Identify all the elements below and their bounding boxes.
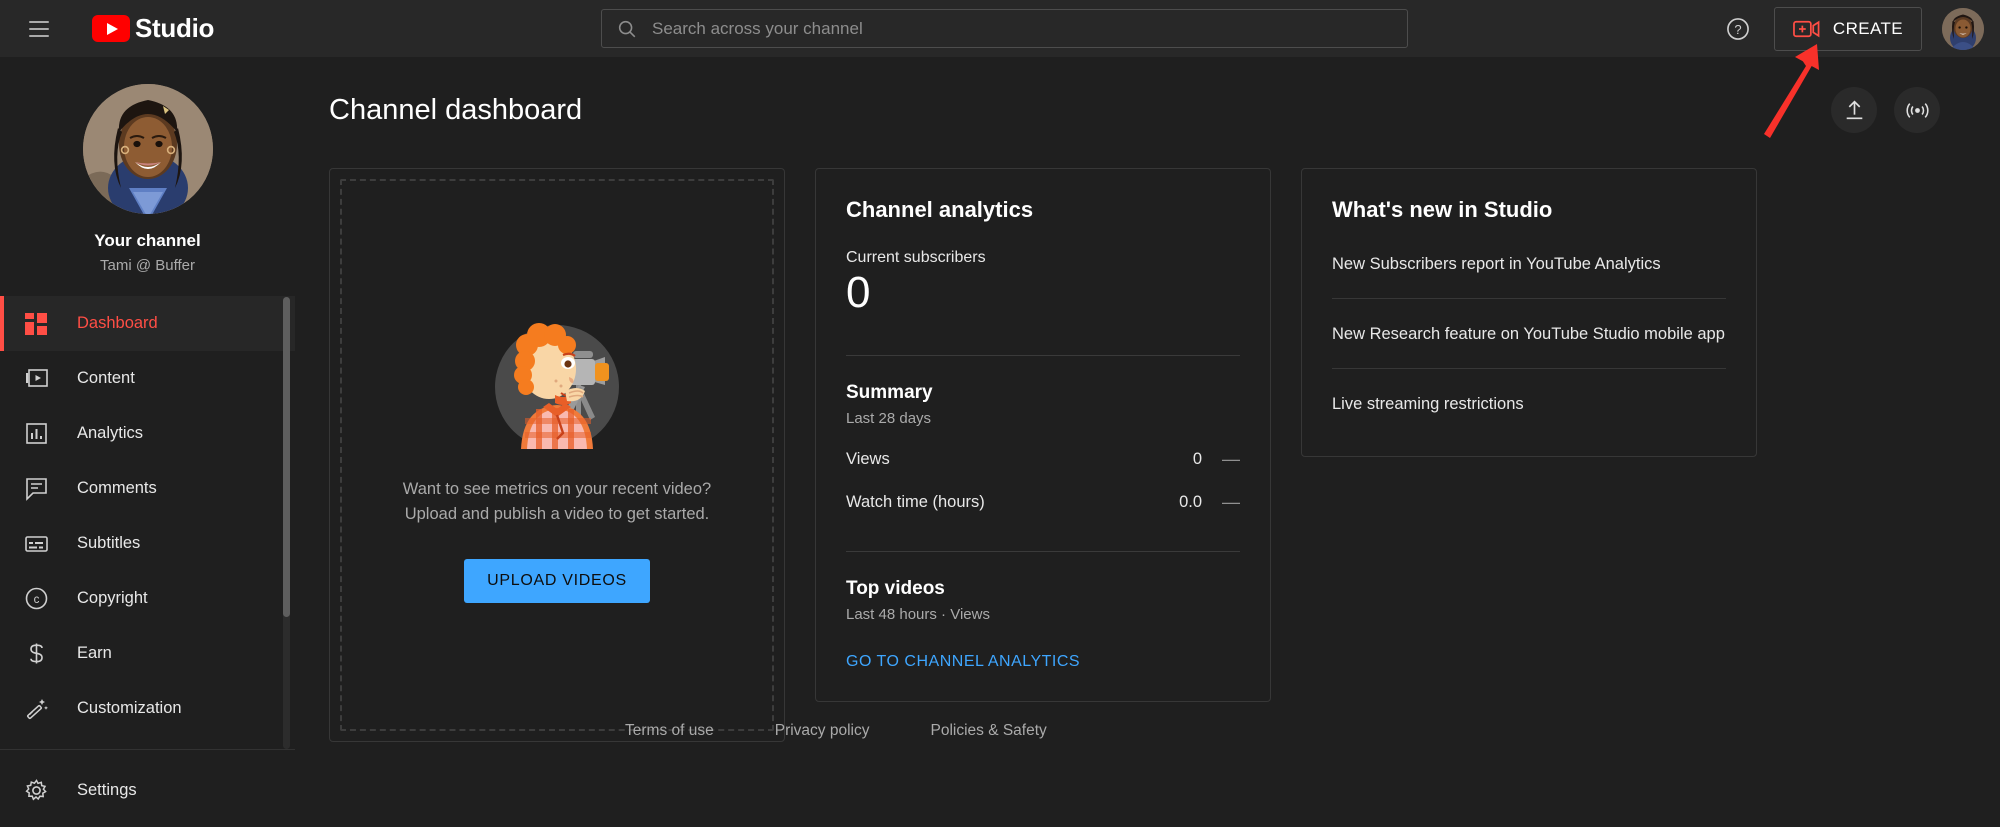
- sidebar: Your channel Tami @ Buffer Dashboard: [0, 57, 295, 827]
- header-right-controls: ? CREATE: [1716, 0, 1984, 57]
- youtube-play-logo: [92, 15, 130, 42]
- dashboard-cards: Want to see metrics on your recent video…: [295, 133, 2000, 742]
- channel-analytics-title: Channel analytics: [846, 197, 1240, 223]
- search-container: [601, 9, 1408, 48]
- subtitles-icon: [22, 530, 50, 558]
- hamburger-menu-icon[interactable]: [22, 12, 56, 46]
- metric-value: 0: [1193, 450, 1202, 469]
- metric-label: Views: [846, 450, 890, 469]
- sidebar-item-label: Content: [77, 369, 135, 388]
- help-circle-icon[interactable]: ?: [1716, 7, 1760, 51]
- sidebar-item-label: Copyright: [77, 589, 148, 608]
- sidebar-item-label: Earn: [77, 644, 112, 663]
- sidebar-item-label: Dashboard: [77, 314, 158, 333]
- comments-bubble-icon: [22, 475, 50, 503]
- upload-dropzone[interactable]: Want to see metrics on your recent video…: [340, 179, 774, 731]
- svg-text:?: ?: [1734, 21, 1741, 36]
- summary-title: Summary: [846, 382, 1240, 404]
- sidebar-nav: Dashboard Content: [0, 296, 295, 818]
- channel-handle: Tami @ Buffer: [100, 257, 195, 274]
- whats-new-title: What's new in Studio: [1332, 197, 1726, 223]
- sidebar-item-analytics[interactable]: Analytics: [0, 406, 295, 461]
- broadcast-live-icon: [1905, 98, 1930, 123]
- sidebar-item-dashboard[interactable]: Dashboard: [0, 296, 295, 351]
- svg-text:c: c: [33, 594, 39, 606]
- content-video-icon: [22, 365, 50, 393]
- sidebar-item-label: Settings: [77, 781, 137, 800]
- list-item[interactable]: New Research feature on YouTube Studio m…: [1332, 298, 1726, 368]
- upload-prompt-card: Want to see metrics on your recent video…: [329, 168, 785, 742]
- main-content: Channel dashboard: [295, 57, 2000, 827]
- list-item[interactable]: Live streaming restrictions: [1332, 368, 1726, 438]
- top-videos-subtitle: Last 48 hours · Views: [846, 606, 1240, 623]
- avatar[interactable]: [1942, 8, 1984, 50]
- sidebar-item-comments[interactable]: Comments: [0, 461, 295, 516]
- copyright-icon: c: [22, 585, 50, 613]
- top-header: Studio ?: [0, 0, 2000, 57]
- go-live-button[interactable]: [1894, 87, 1940, 133]
- sidebar-item-settings[interactable]: Settings: [0, 763, 295, 818]
- upload-videos-cta-button[interactable]: UPLOAD VIDEOS: [464, 559, 650, 603]
- page-title: Channel dashboard: [329, 94, 582, 127]
- sidebar-item-copyright[interactable]: c Copyright: [0, 571, 295, 626]
- dollar-sign-icon: [22, 640, 50, 668]
- upload-arrow-icon: [1842, 98, 1867, 123]
- channel-avatar: [83, 84, 213, 214]
- whats-new-card: What's new in Studio New Subscribers rep…: [1301, 168, 1757, 457]
- metric-trend: —: [1222, 449, 1240, 470]
- footer: Terms of use Privacy policy Policies & S…: [625, 722, 1047, 740]
- channel-title: Your channel: [94, 231, 200, 251]
- sidebar-item-earn[interactable]: Earn: [0, 626, 295, 681]
- table-row: Views 0 —: [846, 449, 1240, 470]
- summary-period: Last 28 days: [846, 410, 1240, 427]
- list-item[interactable]: New Subscribers report in YouTube Analyt…: [1332, 223, 1726, 298]
- divider: [846, 355, 1240, 356]
- magic-wand-icon: [22, 695, 50, 723]
- footer-link-terms[interactable]: Terms of use: [625, 722, 714, 740]
- create-button[interactable]: CREATE: [1774, 7, 1922, 51]
- sidebar-item-content[interactable]: Content: [0, 351, 295, 406]
- channel-analytics-card: Channel analytics Current subscribers 0 …: [815, 168, 1271, 702]
- metric-label: Watch time (hours): [846, 493, 985, 512]
- search-box[interactable]: [601, 9, 1408, 48]
- studio-brand-logo[interactable]: Studio: [92, 13, 214, 44]
- channel-info[interactable]: Your channel Tami @ Buffer: [0, 57, 295, 274]
- sidebar-item-subtitles[interactable]: Subtitles: [0, 516, 295, 571]
- divider: [846, 551, 1240, 552]
- sidebar-scrollbar-thumb[interactable]: [283, 297, 290, 617]
- sidebar-item-label: Subtitles: [77, 534, 140, 553]
- sidebar-item-label: Customization: [77, 699, 182, 718]
- sidebar-item-label: Comments: [77, 479, 157, 498]
- sidebar-item-customization[interactable]: Customization: [0, 681, 295, 736]
- youtube-studio-dashboard: Studio ?: [0, 0, 2000, 827]
- create-button-label: CREATE: [1833, 19, 1903, 39]
- page-header: Channel dashboard: [295, 57, 2000, 133]
- subscribers-label: Current subscribers: [846, 249, 1240, 267]
- metric-trend: —: [1222, 492, 1240, 513]
- upload-prompt-text: Want to see metrics on your recent video…: [403, 477, 711, 527]
- search-icon: [616, 18, 638, 40]
- dashboard-grid-icon: [22, 310, 50, 338]
- sidebar-item-label: Analytics: [77, 424, 143, 443]
- search-input[interactable]: [652, 19, 1407, 39]
- video-plus-icon: [1793, 18, 1820, 40]
- upload-videos-button[interactable]: [1831, 87, 1877, 133]
- footer-link-privacy[interactable]: Privacy policy: [775, 722, 870, 740]
- go-to-channel-analytics-link[interactable]: GO TO CHANNEL ANALYTICS: [846, 653, 1080, 671]
- videographer-illustration: [477, 307, 637, 467]
- page-actions: [1831, 87, 1940, 133]
- sidebar-divider: [0, 749, 295, 750]
- metric-value: 0.0: [1179, 493, 1202, 512]
- analytics-bar-icon: [22, 420, 50, 448]
- footer-link-policies[interactable]: Policies & Safety: [930, 722, 1046, 740]
- top-videos-title: Top videos: [846, 578, 1240, 600]
- table-row: Watch time (hours) 0.0 —: [846, 492, 1240, 513]
- upload-prompt-line2: Upload and publish a video to get starte…: [403, 502, 711, 527]
- subscribers-value: 0: [846, 269, 1240, 317]
- upload-prompt-line1: Want to see metrics on your recent video…: [403, 477, 711, 502]
- brand-name: Studio: [135, 13, 214, 44]
- gear-icon: [22, 777, 50, 805]
